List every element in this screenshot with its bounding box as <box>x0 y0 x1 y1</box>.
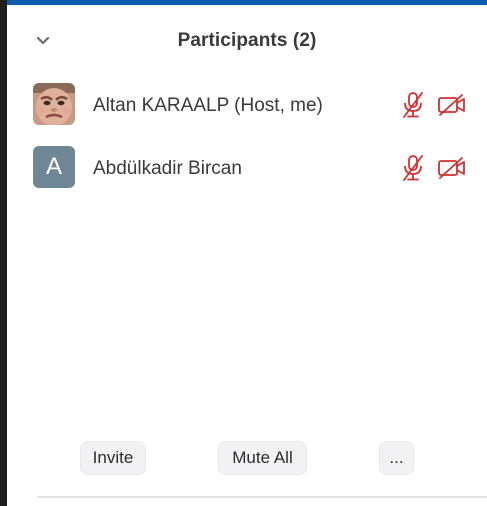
participant-row[interactable]: Altan KARAALP (Host, me) <box>7 81 487 129</box>
avatar <box>33 83 75 125</box>
panel-header: Participants (2) <box>7 23 487 59</box>
video-off-icon[interactable] <box>437 93 467 117</box>
invite-button[interactable]: Invite <box>80 441 146 475</box>
more-options-button[interactable]: ... <box>379 441 414 475</box>
participant-name: Abdülkadir Bircan <box>93 158 242 179</box>
mute-all-button[interactable]: Mute All <box>218 441 307 475</box>
avatar: A <box>33 146 75 188</box>
participant-row[interactable]: A Abdülkadir Bircan <box>7 144 487 192</box>
microphone-muted-icon[interactable] <box>400 91 426 119</box>
window-left-edge <box>0 0 7 506</box>
microphone-muted-icon[interactable] <box>400 154 426 182</box>
video-off-icon[interactable] <box>437 156 467 180</box>
panel-title: Participants (2) <box>177 30 317 51</box>
bottom-divider <box>37 496 487 498</box>
chevron-down-icon <box>36 36 50 45</box>
participants-window: Participants (2) Altan KARAALP (Host, me… <box>0 0 487 506</box>
collapse-panel-button[interactable] <box>31 29 55 53</box>
participants-panel: Participants (2) Altan KARAALP (Host, me… <box>7 5 487 506</box>
participant-name: Altan KARAALP (Host, me) <box>93 95 323 116</box>
